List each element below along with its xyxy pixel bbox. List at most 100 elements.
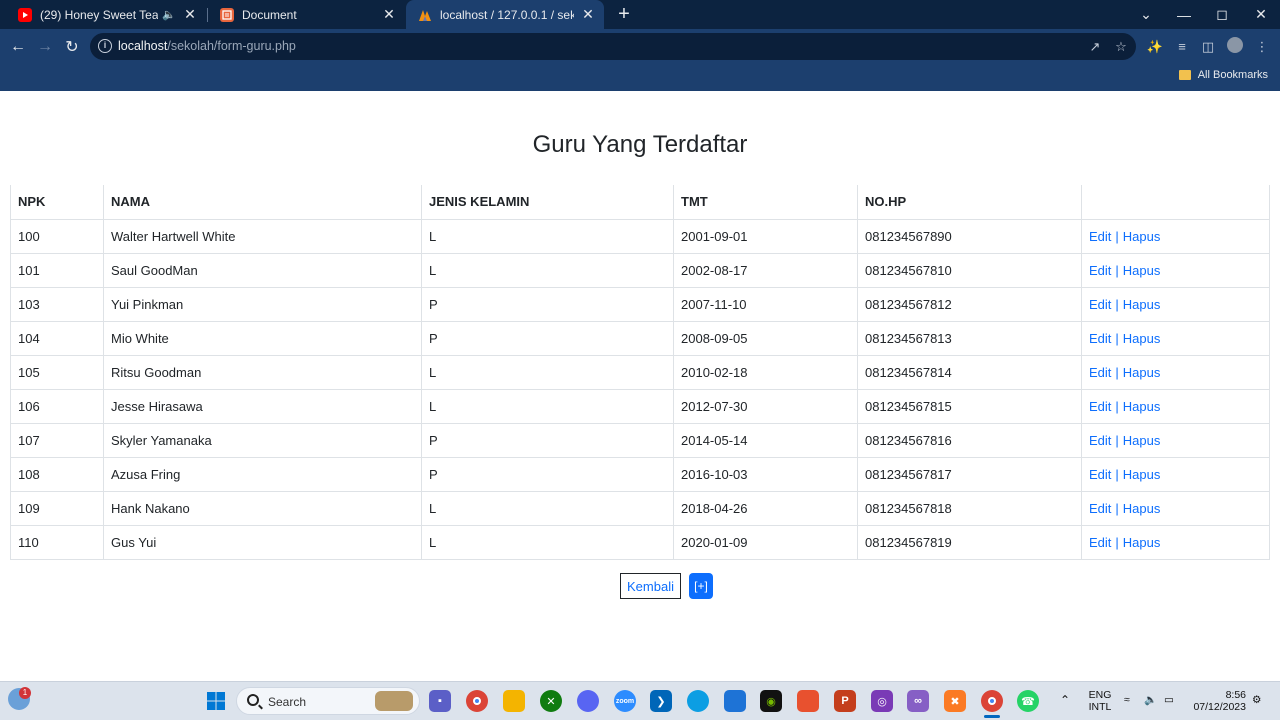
cell-no-hp: 081234567819 — [857, 524, 1082, 560]
all-bookmarks-button[interactable]: All Bookmarks — [1178, 69, 1268, 81]
cell-actions: Edit | Hapus — [1081, 422, 1270, 458]
nvidia-icon[interactable]: ◉ — [760, 690, 782, 712]
edit-link[interactable]: Edit — [1089, 467, 1111, 482]
delete-link[interactable]: Hapus — [1123, 365, 1161, 380]
action-separator: | — [1115, 398, 1119, 414]
close-icon[interactable]: ✕ — [182, 6, 198, 23]
battery-icon[interactable]: ▭ — [1164, 694, 1174, 706]
edit-link[interactable]: Edit — [1089, 433, 1111, 448]
page-content: Guru Yang Terdaftar NPK NAMA JENIS KELAM… — [0, 91, 1280, 681]
close-icon[interactable]: ✕ — [580, 6, 596, 23]
delete-link[interactable]: Hapus — [1123, 501, 1161, 516]
cell-npk: 106 — [10, 388, 104, 424]
chrome-icon[interactable] — [466, 690, 488, 712]
tab-strip: (29) Honey Sweet Tea Time 🔈 ✕ Document ✕… — [0, 0, 1280, 29]
edit-link[interactable]: Edit — [1089, 297, 1111, 312]
wifi-icon[interactable]: ≈ — [1124, 694, 1130, 706]
cell-no-hp: 081234567812 — [857, 286, 1082, 322]
language-indicator[interactable]: ENG INTL — [1087, 689, 1113, 713]
menu-kebab-icon[interactable]: ⋮ — [1252, 37, 1272, 57]
volume-icon[interactable]: 🔈 — [1144, 694, 1157, 706]
tray-chevron-up-icon[interactable]: ⌃ — [1060, 694, 1070, 706]
back-button[interactable]: Kembali — [620, 573, 681, 599]
app-purple-icon[interactable]: ◎ — [871, 690, 893, 712]
clock-time: 8:56 — [1225, 689, 1246, 701]
forward-arrow-icon[interactable]: → — [32, 34, 58, 60]
action-separator: | — [1115, 228, 1119, 244]
zoom-icon[interactable]: zoom — [614, 690, 636, 712]
address-url[interactable]: localhost/sekolah/form-guru.php — [118, 39, 296, 53]
delete-link[interactable]: Hapus — [1123, 467, 1161, 482]
delete-link[interactable]: Hapus — [1123, 433, 1161, 448]
visual-studio-icon[interactable]: ∞ — [907, 690, 929, 712]
tab-search-chevron-icon[interactable]: ⌄ — [1127, 0, 1165, 29]
cell-actions: Edit | Hapus — [1081, 388, 1270, 424]
cell-npk: 107 — [10, 422, 104, 458]
edit-link[interactable]: Edit — [1089, 399, 1111, 414]
reload-icon[interactable]: ↻ — [59, 34, 85, 60]
page-actions: Kembali [+] — [0, 573, 1280, 599]
close-icon[interactable]: ✕ — [381, 6, 397, 23]
cell-no-hp: 081234567818 — [857, 490, 1082, 526]
meet-chat-icon[interactable]: ▪ — [429, 690, 451, 712]
bookmark-star-icon[interactable]: ☆ — [1112, 38, 1130, 56]
clock[interactable]: 8:56 07/12/2023 — [1188, 689, 1246, 713]
powerpoint-icon[interactable]: P — [834, 690, 856, 712]
audio-icon[interactable]: 🔈 — [162, 8, 176, 21]
delete-link[interactable]: Hapus — [1123, 399, 1161, 414]
window-close-icon[interactable]: ✕ — [1242, 0, 1280, 29]
back-arrow-icon[interactable]: ← — [5, 34, 31, 60]
edit-link[interactable]: Edit — [1089, 501, 1111, 516]
cell-nama: Jesse Hirasawa — [103, 388, 422, 424]
table-row: 110 Gus Yui L 2020-01-09 081234567819 Edit | Ha… — [10, 524, 1270, 560]
whatsapp-icon[interactable]: ☎ — [1017, 690, 1039, 712]
office-icon[interactable] — [797, 690, 819, 712]
tab-youtube[interactable]: (29) Honey Sweet Tea Time 🔈 ✕ — [6, 0, 206, 29]
edge-icon[interactable] — [687, 690, 709, 712]
xbox-icon[interactable]: ✕ — [540, 690, 562, 712]
delete-link[interactable]: Hapus — [1123, 297, 1161, 312]
action-separator: | — [1115, 262, 1119, 278]
cell-nama: Hank Nakano — [103, 490, 422, 526]
edit-link[interactable]: Edit — [1089, 229, 1111, 244]
discord-icon[interactable] — [577, 690, 599, 712]
edit-link[interactable]: Edit — [1089, 263, 1111, 278]
delete-link[interactable]: Hapus — [1123, 229, 1161, 244]
new-tab-button[interactable]: + — [613, 3, 635, 25]
table-row: 104 Mio White P 2008-09-05 081234567813 Edit |… — [10, 320, 1270, 356]
tab-document[interactable]: Document ✕ — [208, 0, 405, 29]
notification-bell-icon[interactable]: ⚙ — [1252, 694, 1261, 706]
edit-link[interactable]: Edit — [1089, 331, 1111, 346]
cell-tmt: 2007-11-10 — [673, 286, 858, 322]
xampp-icon[interactable]: ✖ — [944, 690, 966, 712]
cell-no-hp: 081234567810 — [857, 252, 1082, 288]
microsoft-store-icon[interactable] — [724, 690, 746, 712]
extensions-icon[interactable]: ✨ — [1145, 37, 1165, 57]
add-teacher-button[interactable]: [+] — [688, 573, 713, 599]
delete-link[interactable]: Hapus — [1123, 331, 1161, 346]
address-bar[interactable]: i localhost/sekolah/form-guru.php ↗ ☆ — [90, 33, 1136, 60]
site-info-icon[interactable]: i — [98, 39, 112, 53]
taskbar-search[interactable]: Search — [236, 687, 420, 715]
tab-phpmyadmin[interactable]: localhost / 127.0.0.1 / sekolah / t ✕ — [406, 0, 604, 29]
chrome-active-icon[interactable] — [981, 690, 1003, 712]
cell-no-hp: 081234567817 — [857, 456, 1082, 492]
minimize-icon[interactable]: — — [1165, 0, 1203, 29]
action-separator: | — [1115, 296, 1119, 312]
file-explorer-icon[interactable] — [503, 690, 525, 712]
phpmyadmin-icon — [418, 8, 432, 22]
cell-tmt: 2020-01-09 — [673, 524, 858, 560]
edit-link[interactable]: Edit — [1089, 365, 1111, 380]
vscode-icon[interactable]: ❯ — [650, 690, 672, 712]
tab-title: (29) Honey Sweet Tea Time — [40, 7, 159, 22]
windows-start-icon[interactable] — [205, 690, 227, 712]
profile-avatar-icon[interactable] — [1225, 37, 1245, 57]
edit-link[interactable]: Edit — [1089, 535, 1111, 550]
delete-link[interactable]: Hapus — [1123, 535, 1161, 550]
maximize-icon[interactable]: ◻ — [1203, 0, 1241, 29]
table-header-row: NPK NAMA JENIS KELAMIN TMT NO.HP — [10, 185, 1270, 220]
side-panel-icon[interactable]: ◫ — [1198, 37, 1218, 57]
media-controls-icon[interactable]: ≡ — [1172, 37, 1192, 57]
delete-link[interactable]: Hapus — [1123, 263, 1161, 278]
share-icon[interactable]: ↗ — [1086, 38, 1104, 56]
